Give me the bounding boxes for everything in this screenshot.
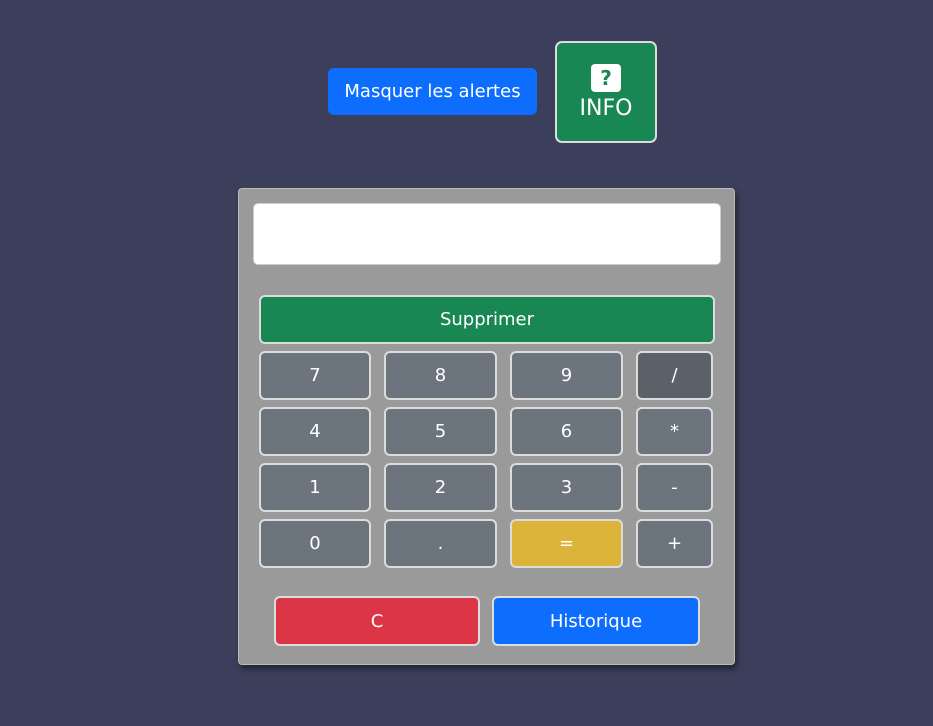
key-9[interactable]: 9 xyxy=(510,351,623,400)
history-button[interactable]: Historique xyxy=(492,596,700,646)
key-1[interactable]: 1 xyxy=(259,463,371,512)
key-0[interactable]: 0 xyxy=(259,519,371,568)
key-divide[interactable]: / xyxy=(636,351,713,400)
hide-alerts-button[interactable]: Masquer les alertes xyxy=(328,68,537,115)
clear-button[interactable]: C xyxy=(274,596,480,646)
key-multiply[interactable]: * xyxy=(636,407,713,456)
key-add[interactable]: + xyxy=(636,519,713,568)
key-4[interactable]: 4 xyxy=(259,407,371,456)
key-5[interactable]: 5 xyxy=(384,407,497,456)
info-button[interactable]: ? INFO xyxy=(555,41,657,143)
calculator-display[interactable] xyxy=(253,203,721,265)
key-3[interactable]: 3 xyxy=(510,463,623,512)
key-8[interactable]: 8 xyxy=(384,351,497,400)
delete-button[interactable]: Supprimer xyxy=(259,295,715,344)
key-7[interactable]: 7 xyxy=(259,351,371,400)
key-6[interactable]: 6 xyxy=(510,407,623,456)
top-bar: Masquer les alertes ? INFO xyxy=(0,0,933,160)
key-subtract[interactable]: - xyxy=(636,463,713,512)
key-decimal[interactable]: . xyxy=(384,519,497,568)
question-icon: ? xyxy=(591,64,621,92)
info-label: INFO xyxy=(579,96,633,121)
key-2[interactable]: 2 xyxy=(384,463,497,512)
calculator: Supprimer 7 8 9 / 4 5 6 * 1 2 3 - 0 . = … xyxy=(238,188,735,665)
key-equals[interactable]: = xyxy=(510,519,623,568)
